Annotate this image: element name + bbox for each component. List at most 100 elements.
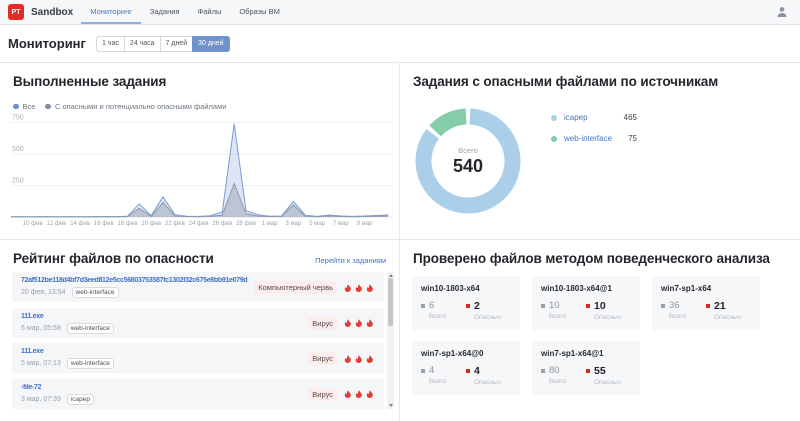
flame-icon [344,319,351,327]
file-name-link[interactable]: -file-72 [21,384,302,391]
svg-text:24 фев: 24 фев [189,221,209,227]
svg-text:500: 500 [12,146,24,153]
danger-flames [344,319,373,327]
vm-card: win10-1803-x64@110Всего10Опасных [532,276,640,330]
file-list-scrollbar[interactable] [387,272,394,409]
flame-icon [344,390,351,398]
source-link[interactable]: icapep [564,113,588,122]
user-menu-button[interactable] [764,0,800,24]
donut-total-label: Всего [458,146,478,155]
vm-name: win10-1803-x64@1 [541,284,631,293]
flame-icon [344,355,351,363]
tasks-line-chart: 25050075010 фев12 фев14 фев16 фев18 фев2… [11,113,400,231]
pt-logo-icon[interactable]: PT [8,4,24,20]
source-link[interactable]: web-interface [564,134,612,143]
file-list: 72af512be118d4bf7d3eed812e5cc56803753587… [12,272,394,409]
source-dot-icon [551,115,557,121]
brand-name: Sandbox [31,7,73,18]
svg-text:7 мар: 7 мар [333,221,349,227]
source-legend-row: web-interface 75 [551,134,637,143]
stat-value: 10 [549,300,560,311]
vm-card: win7-sp1-x64@04Всего4Опасных [412,341,520,395]
user-icon [776,6,788,18]
sources-title: Задания с опасными файлами по источникам [400,63,800,89]
stat-bullet-icon [421,369,425,373]
vm-cards-grid: win10-1803-x646Всего2Опасных win10-1803-x… [400,266,800,395]
time-range-group: 1 час24 часа7 дней30 дней [96,36,230,52]
brand: PT Sandbox [0,0,81,24]
stat-label: Всего [429,313,466,320]
flame-icon [344,284,351,292]
file-source-tag: web-interface [72,287,119,298]
legend-item-0[interactable]: Все [13,102,35,111]
file-source-tag: web-interface [67,358,114,369]
stat-label: Опасных [594,379,631,386]
stat-bullet-icon [466,369,470,373]
nav-item-2[interactable]: Файлы [189,0,231,24]
range-button-1[interactable]: 24 часа [124,36,161,52]
stat-bullet-icon [586,369,590,373]
source-legend-row: icapep 465 [551,113,637,122]
scroll-down-arrow-icon[interactable] [389,404,393,407]
flame-icon [355,284,362,292]
vm-name: win7-sp1-x64 [661,284,751,293]
range-button-0[interactable]: 1 час [96,36,125,52]
legend-item-1[interactable]: С опасными и потенциально опасными файла… [45,102,226,111]
top-navbar: PT Sandbox МониторингЗаданияФайлыОбразы … [0,0,800,25]
nav-item-3[interactable]: Образы ВМ [230,0,289,24]
flame-icon [355,390,362,398]
danger-flames [344,355,373,363]
vm-card: win7-sp1-x64@180Всего55Опасных [532,341,640,395]
stat-bullet-icon [466,304,470,308]
stat-bullet-icon [661,304,665,308]
go-to-tasks-link[interactable]: Перейти к заданиям [315,245,399,265]
vm-card: win10-1803-x646Всего2Опасных [412,276,520,330]
file-rating-panel: Рейтинг файлов по опасности Перейти к за… [0,240,400,421]
file-date: 3 мар, 07:39 [21,396,61,403]
stat-value: 4 [474,365,480,377]
file-name-link[interactable]: 111.exe [21,348,302,355]
main-nav: МониторингЗаданияФайлыОбразы ВМ [81,0,289,24]
dashboard-content: Выполненные задания ВсеС опасными и поте… [0,62,800,421]
stat-value: 36 [669,300,680,311]
completed-tasks-panel: Выполненные задания ВсеС опасными и поте… [0,63,400,240]
file-row: 111.exe5 мар, 07:13web-interfaceВирус [12,343,384,373]
svg-text:28 фев: 28 фев [236,221,256,227]
source-value: 465 [624,113,637,122]
svg-text:250: 250 [12,178,24,185]
nav-item-0[interactable]: Мониторинг [81,0,141,24]
svg-text:14 фев: 14 фев [70,221,90,227]
stat-label: Опасных [474,379,511,386]
file-name-link[interactable]: 111.exe [21,313,302,320]
file-row: 72af512be118d4bf7d3eed812e5cc56803753587… [12,272,384,302]
scroll-up-arrow-icon[interactable] [389,274,393,277]
stat-label: Всего [549,378,586,385]
page-header: Мониторинг 1 час24 часа7 дней30 дней [0,25,800,62]
threat-badge: Компьютерный червь [254,281,337,294]
source-dot-icon [551,136,557,142]
stat-label: Опасных [714,314,751,321]
donut-center: Всего 540 [415,108,521,214]
stat-value: 10 [594,300,606,312]
flame-icon [366,284,373,292]
flame-icon [366,390,373,398]
svg-text:10 фев: 10 фев [23,221,43,227]
svg-text:12 фев: 12 фев [46,221,66,227]
source-value: 75 [628,134,637,143]
threat-badge: Вирус [308,352,337,365]
file-name-link[interactable]: 72af512be118d4bf7d3eed812e5cc56803753587… [21,277,248,284]
stat-bullet-icon [541,369,545,373]
threat-badge: Вирус [308,388,337,401]
flame-icon [366,355,373,363]
scrollbar-thumb[interactable] [388,278,393,326]
svg-text:1 мар: 1 мар [262,221,278,227]
stat-bullet-icon [421,304,425,308]
nav-item-1[interactable]: Задания [141,0,189,24]
stat-label: Опасных [474,314,511,321]
svg-text:750: 750 [12,115,24,122]
page-title: Мониторинг [8,36,86,51]
flame-icon [355,319,362,327]
vm-card: win7-sp1-x6436Всего21Опасных [652,276,760,330]
range-button-2[interactable]: 7 дней [160,36,194,52]
range-button-3[interactable]: 30 дней [192,36,229,52]
